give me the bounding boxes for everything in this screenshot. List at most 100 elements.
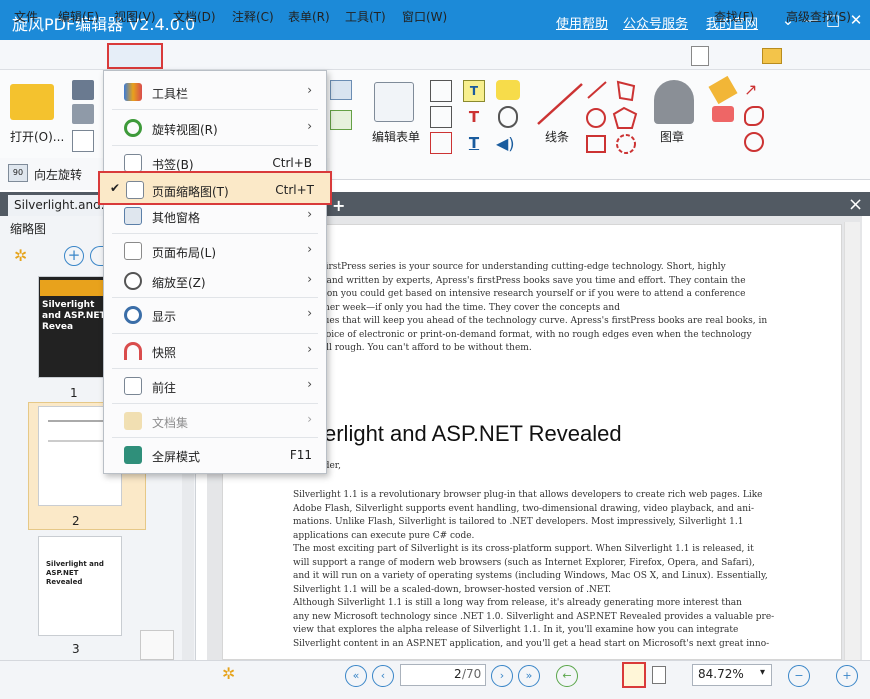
menu-file[interactable]: 文件 [14, 8, 38, 25]
body-line: view that explores the alpha release of … [293, 625, 739, 635]
open-label[interactable]: 打开(O)... [10, 128, 64, 145]
textbox-icon[interactable] [430, 106, 452, 128]
body-line: Silverlight content in an ASP.NET applic… [293, 638, 770, 649]
current-page: 2 [454, 667, 462, 681]
rotate-left-icon[interactable]: 90 [8, 164, 28, 182]
menu-tools[interactable]: 工具(T) [345, 8, 386, 25]
goto-page-icon [124, 377, 142, 395]
line-tool-icon[interactable] [534, 80, 588, 128]
line-label[interactable]: 线条 [545, 128, 569, 145]
view-menu-item-fullscreen[interactable]: 全屏模式 F11 [104, 438, 326, 472]
stamp-label[interactable]: 图章 [660, 128, 684, 145]
body-line: any new Microsoft technology since .NET … [293, 611, 775, 622]
menu-view[interactable]: 视图(V) [114, 8, 156, 25]
view-menu-item-rotate-view[interactable]: 旋转视图(R) › [104, 111, 326, 145]
body-line: applications can execute pure C# code. [293, 530, 475, 541]
body-paragraph: Silverlight 1.1 is a revolutionary brows… [293, 489, 774, 651]
thumbnail-1-banner [40, 280, 108, 296]
zoom-in-button[interactable]: + [836, 665, 858, 687]
last-page-button[interactable]: » [518, 665, 540, 687]
menu-label: 显示 [152, 310, 177, 324]
advanced-find-button[interactable]: 高级查找(S) [786, 8, 851, 25]
first-page-button[interactable]: « [345, 665, 367, 687]
add-text-icon[interactable] [330, 110, 352, 130]
zoom-dropdown-arrow[interactable]: ▾ [760, 667, 765, 678]
stamp-icon[interactable] [654, 80, 694, 124]
view-menu-item-display[interactable]: 显示 › [104, 298, 326, 332]
cloud-icon[interactable] [744, 106, 764, 126]
new-tab-button[interactable]: + [332, 196, 345, 215]
menu-window[interactable]: 窗口(W) [402, 8, 447, 25]
underline-icon[interactable]: T [463, 132, 485, 154]
highlight-text-icon[interactable]: T [463, 80, 485, 102]
view-menu-item-snapshot[interactable]: 快照 › [104, 334, 326, 368]
thumbnail-1-title: Silverlight and ASP.NET Revea [42, 300, 106, 332]
sound-icon[interactable]: ◀) [496, 134, 520, 154]
attach-icon[interactable] [498, 106, 518, 128]
menu-comment[interactable]: 注释(C) [232, 8, 274, 25]
gear-icon[interactable]: ✲ [14, 246, 34, 266]
intro-line: still rough. You can't afford to be with… [315, 343, 532, 353]
view-menu-item-zoom-to[interactable]: 缩放至(Z) › [104, 264, 326, 298]
document-set-icon [124, 412, 142, 430]
view-menu-item-go-to[interactable]: 前往 › [104, 369, 326, 403]
strikeout-icon[interactable]: T [463, 106, 485, 128]
submenu-arrow-icon: › [307, 412, 312, 426]
total-pages: /70 [462, 667, 482, 681]
view-menu-item-page-layout[interactable]: 页面布局(L) › [104, 234, 326, 268]
toolbar-icon [124, 83, 142, 101]
advanced-find-icon [762, 48, 782, 64]
document-scrollbar[interactable] [844, 222, 860, 660]
fullscreen-icon [124, 446, 142, 464]
menu-label: 全屏模式 [152, 450, 201, 464]
zoom-out-button[interactable]: − [788, 665, 810, 687]
view-menu-item-toolbar[interactable]: 工具栏 › [104, 75, 326, 109]
arrow-draw-icon[interactable]: ↗ [744, 80, 764, 100]
bookmark-icon [124, 154, 142, 172]
view-menu-item-other-panes[interactable]: 其他窗格 › [104, 199, 326, 233]
menu-label: 其他窗格 [152, 211, 201, 225]
edit-form-icon[interactable] [374, 82, 414, 122]
back-button[interactable]: ← [556, 665, 578, 687]
pages-watermark-icon [140, 630, 174, 660]
find-button[interactable]: 查找(F) [714, 8, 754, 25]
menu-label: 前往 [152, 381, 177, 395]
intro-line: ation you could get based on intensive r… [315, 289, 746, 299]
page-layout-icon [124, 242, 142, 260]
close-tab-button[interactable]: × [848, 194, 863, 215]
menu-label: 文档集 [152, 416, 189, 430]
display-icon [124, 306, 142, 324]
text-tool-icon[interactable] [330, 80, 352, 100]
eraser-icon[interactable] [712, 106, 734, 122]
single-page-view-button[interactable] [622, 662, 646, 688]
menu-form[interactable]: 表单(R) [288, 8, 330, 25]
two-page-view-icon[interactable] [652, 666, 666, 684]
note-icon[interactable] [496, 80, 520, 100]
previous-page-button[interactable]: ‹ [372, 665, 394, 687]
zoom-in-icon[interactable]: + [64, 246, 84, 266]
menu-document[interactable]: 文档(D) [173, 8, 216, 25]
export-icon[interactable] [72, 130, 94, 152]
text-field-icon[interactable] [430, 80, 452, 102]
save-icon[interactable] [72, 80, 94, 100]
rotate-left-button[interactable]: 向左旋转 [34, 166, 82, 183]
menu-edit[interactable]: 编辑(E) [58, 8, 99, 25]
zoom-out-icon[interactable] [90, 246, 104, 266]
form-field-icon[interactable] [430, 132, 452, 154]
menu-label: 页面缩略图(T) [152, 185, 229, 199]
next-page-button[interactable]: › [491, 665, 513, 687]
forbid-icon[interactable] [744, 132, 764, 152]
shape-tools-icon[interactable] [582, 78, 642, 158]
wechat-service-link[interactable]: 公众号服务 [623, 13, 688, 32]
app-title: 旋风PDF编辑器 V2.4.0.0 [12, 15, 196, 34]
print-icon[interactable] [72, 104, 94, 124]
submenu-arrow-icon: › [307, 119, 312, 133]
settings-gear-icon[interactable]: ✲ [222, 664, 235, 683]
submenu-arrow-icon: › [307, 272, 312, 286]
page-number-2: 2 [72, 514, 80, 528]
submenu-arrow-icon: › [307, 377, 312, 391]
help-link[interactable]: 使用帮助 [556, 13, 608, 32]
edit-form-label[interactable]: 编辑表单 [372, 128, 420, 145]
thumbnail-3-title: Silverlight and ASP.NET Revealed [46, 560, 104, 586]
open-folder-icon[interactable] [10, 84, 54, 120]
